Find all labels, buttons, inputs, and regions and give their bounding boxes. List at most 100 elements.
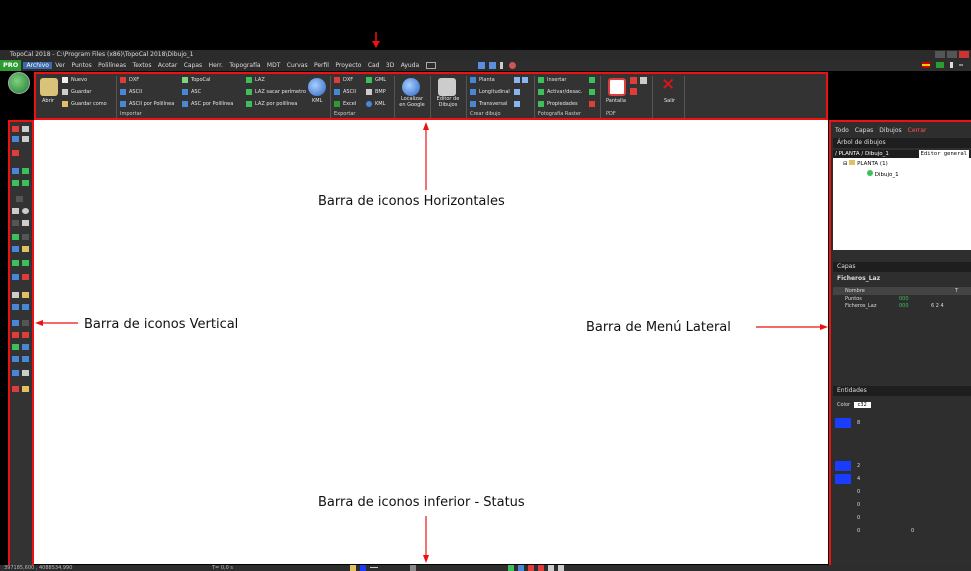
tool-icon-2[interactable] [22,126,29,132]
close-button[interactable] [959,51,969,58]
tool-icon-35[interactable] [12,370,19,376]
tool-icon-6[interactable] [12,168,19,174]
exit-x-icon[interactable]: ✕ [661,76,675,94]
layer-row[interactable]: Puntos 000 [833,296,971,303]
camera-icon[interactable] [558,565,564,571]
export-excel-button[interactable]: Excel [334,101,356,107]
tool-icon-33[interactable] [12,356,19,362]
tab-todo[interactable]: Todo [835,127,849,134]
raster-extra-icon-3[interactable] [589,101,595,107]
longitudinal-extra-icon[interactable] [514,89,520,95]
new-button[interactable]: Nuevo [62,77,87,83]
tab-capas[interactable]: Capas [855,127,873,134]
menu-proyecto[interactable]: Proyecto [332,62,364,69]
export-dxf-button[interactable]: DXF [334,77,353,83]
tool-icon-25[interactable] [12,304,19,310]
tool-icon-19[interactable] [12,260,19,266]
import-asc-button[interactable]: ASC [182,89,201,95]
minus-icon[interactable] [959,64,963,66]
tool-icon-10[interactable] [16,196,23,202]
status-icon-7[interactable] [528,565,534,571]
pdf-extra-icon-2[interactable] [630,88,637,95]
status-icon-2[interactable] [360,565,366,571]
raster-extra-icon-2[interactable] [589,89,595,95]
status-icon-8[interactable] [538,565,544,571]
menu-curvas[interactable]: Curvas [284,62,311,69]
import-laz-perimeter-button[interactable]: LAZ sacar perímetro [246,89,306,95]
open-folder-icon[interactable] [40,78,58,96]
tool-icon-1[interactable] [12,126,19,132]
print-icon[interactable] [640,77,647,84]
export-ascii-button[interactable]: ASCII [334,89,356,95]
tool-icon-24[interactable] [22,292,29,298]
tool-icon-11[interactable] [12,208,19,214]
tool-icon-17[interactable] [12,246,19,252]
status-icon-3[interactable] [370,567,378,568]
tool-icon-18[interactable] [22,246,29,252]
tool-icon-28[interactable] [22,320,29,326]
tool-icon-15[interactable] [12,234,19,240]
export-kml-button[interactable]: KML [366,101,385,107]
drawing-editor-icon[interactable] [438,78,456,96]
quick-tool-icon-1[interactable] [478,62,486,69]
menu-perfil[interactable]: Perfil [311,62,332,69]
minimize-button[interactable] [935,51,945,58]
pdf-screen-icon[interactable] [608,78,626,96]
tool-icon-12[interactable] [22,208,29,214]
transversal-button[interactable]: Transversal [470,101,507,107]
save-as-button[interactable]: Guardar como [62,101,107,107]
tool-icon-22[interactable] [22,274,29,280]
exit-button[interactable]: Salir [664,98,675,104]
menu-cad[interactable]: Cad [365,62,383,69]
drawing-canvas[interactable]: Barra de iconos Horizontales Barra de ic… [34,120,858,564]
tool-icon-26[interactable] [22,304,29,310]
status-icon-9[interactable] [548,565,554,571]
raster-insert-button[interactable]: Insertar [538,77,566,83]
status-icon-6[interactable] [518,565,524,571]
import-laz-polyline-button[interactable]: LAZ por polilínea [246,101,297,107]
menu-acotar[interactable]: Acotar [155,62,181,69]
menu-archivo[interactable]: Archivo [23,62,53,69]
tool-icon-32[interactable] [22,344,29,350]
tool-icon-21[interactable] [12,274,19,280]
raster-toggle-button[interactable]: Activar/desac. [538,89,582,95]
tab-cerrar[interactable]: Cerrar [908,127,927,134]
tab-dibujos[interactable]: Dibujos [879,127,901,134]
status-icon-5[interactable] [508,565,514,571]
tool-icon-30[interactable] [22,332,29,338]
tool-icon-5[interactable] [12,150,19,156]
tool-icon-8[interactable] [12,180,19,186]
import-laz-button[interactable]: LAZ [246,77,265,83]
export-gml-button[interactable]: GML [366,77,386,83]
menu-mdt[interactable]: MDT [264,62,284,69]
entity-color-swatch[interactable] [835,418,851,428]
tool-icon-9[interactable] [22,180,29,186]
menu-capas[interactable]: Capas [181,62,206,69]
import-topocal-button[interactable]: TopoCal [182,77,210,83]
export-bmp-button[interactable]: BMP [366,89,386,95]
entity-color-swatch[interactable] [835,461,851,471]
kml-globe-icon[interactable] [308,78,326,96]
tool-icon-20[interactable] [22,260,29,266]
tool-icon-31[interactable] [12,344,19,350]
status-icon-1[interactable] [350,565,356,571]
import-kml-button[interactable]: KML [312,98,322,104]
tool-icon-38[interactable] [22,386,29,392]
planta-extra-icon-2[interactable] [522,77,528,83]
import-dxf-button[interactable]: DXF [120,77,139,83]
import-ascii-button[interactable]: ASCII [120,89,142,95]
menu-textos[interactable]: Textos [129,62,154,69]
import-ascii-polyline-button[interactable]: ASCII por Polilínea [120,101,174,107]
planta-button[interactable]: Planta [470,77,495,83]
quick-tool-icon-2[interactable] [489,62,497,69]
tool-icon-13[interactable] [12,220,19,226]
raster-extra-icon-1[interactable] [589,77,595,83]
tool-icon-37[interactable] [12,386,19,392]
raster-properties-button[interactable]: Propiedades [538,101,578,107]
google-globe-icon[interactable] [402,78,420,96]
monitor-icon[interactable] [426,62,437,69]
globe-small-icon[interactable] [509,62,517,69]
tree-node-planta[interactable]: ⊟ PLANTA (1) [843,160,888,167]
save-button[interactable]: Guardar [62,89,91,95]
tool-icon-4[interactable] [22,136,29,142]
